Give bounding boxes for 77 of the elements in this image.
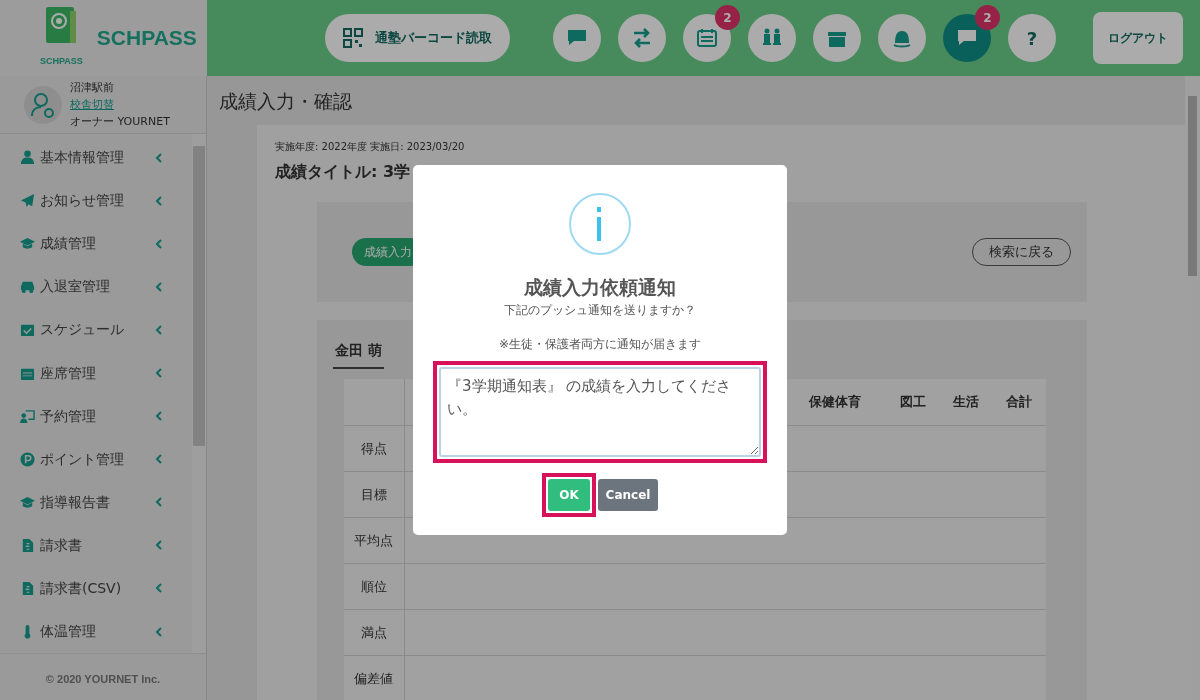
notification-badge: 2 (715, 5, 740, 30)
chevron-left-icon (155, 583, 162, 594)
sidebar-item[interactable]: 座席管理 (0, 351, 192, 395)
sidebar-item[interactable]: ポイント管理 (0, 437, 192, 481)
column-header: 生活 (939, 378, 993, 426)
message-field[interactable]: 『3学期通知表』 の成績を入力してください。 (439, 367, 761, 457)
points-icon (20, 451, 35, 467)
column-header: 合計 (992, 378, 1046, 426)
person-icon (20, 150, 35, 166)
school-name: 沼津駅前 (70, 80, 115, 96)
sidebar-item[interactable]: 基本情報管理 (0, 136, 192, 180)
chevron-left-icon (155, 281, 162, 292)
header-icon-button[interactable] (683, 14, 731, 62)
presenter-icon (20, 408, 35, 424)
sidebar-item[interactable]: 請求書(CSV) (0, 566, 192, 611)
row-label: 満点 (344, 609, 404, 656)
dialog-question: 下記のプッシュ通知を送りますか？ (503, 302, 697, 319)
exam-meta: 実施年度: 2022年度 実施日: 2023/03/20 (275, 139, 466, 154)
brand-name: SCHPASS (96, 25, 197, 52)
notification-badge: 2 (975, 5, 1000, 30)
sidebar-item[interactable]: お知らせ管理 (0, 179, 192, 223)
sidebar-item[interactable]: 成績管理 (0, 222, 192, 266)
calendar-icon (695, 26, 719, 50)
cancel-button[interactable]: Cancel (598, 479, 658, 511)
column-header: 図工 (886, 378, 940, 426)
info-icon (569, 193, 631, 255)
page-scrollbar[interactable] (1185, 76, 1200, 700)
logout-button[interactable]: ログアウト (1093, 12, 1183, 64)
header-icon-button[interactable] (943, 14, 991, 62)
row-label: 順位 (344, 563, 404, 610)
sidebar-item[interactable]: スケジュール (0, 308, 192, 352)
user-role: オーナー YOURNET (70, 114, 170, 130)
header-icon-button[interactable] (748, 14, 796, 62)
chevron-left-icon (155, 324, 162, 335)
dialog-note: ※生徒・保護者両方に通知が届きます (497, 336, 703, 353)
invoice-icon (20, 537, 35, 553)
dialog-title: 成績入力依頼通知 (523, 275, 677, 299)
chevron-left-icon (155, 195, 162, 206)
graduation-cap-icon (20, 236, 35, 252)
help-button[interactable]: ? (1008, 14, 1056, 62)
row-label: 平均点 (344, 517, 404, 564)
qr-code-icon (343, 28, 363, 48)
header-icon-button[interactable] (813, 14, 861, 62)
column-header: 保健体育 (784, 378, 887, 426)
chevron-left-icon (155, 454, 162, 465)
chevron-left-icon (155, 626, 162, 637)
row-label: 目標 (344, 471, 404, 518)
sidebar-item[interactable]: 予約管理 (0, 394, 192, 438)
chevron-left-icon (155, 497, 162, 508)
student-tab[interactable]: 金田 萌 (333, 339, 384, 369)
chevron-left-icon (155, 411, 162, 422)
calendar-check-icon (20, 322, 35, 338)
header-icon-button[interactable] (553, 14, 601, 62)
copyright: © 2020 YOURNET Inc. (0, 653, 206, 700)
sidebar-item[interactable]: 体温管理 (0, 610, 192, 654)
graduation-cap-icon (20, 494, 35, 510)
paper-plane-icon (20, 193, 35, 209)
sidebar-item[interactable]: 請求書 (0, 523, 192, 567)
row-label: 得点 (344, 425, 404, 472)
logo-caption: SCHPASS (40, 55, 83, 69)
car-icon (20, 279, 35, 295)
invoice-icon (20, 581, 35, 596)
grade-title-link[interactable]: 3学 (383, 161, 411, 181)
user-gear-icon (24, 85, 62, 124)
page-title: 成績入力・確認 (219, 90, 353, 113)
sidebar-item[interactable]: 指導報告書 (0, 480, 192, 524)
sidebar-item[interactable]: 入退室管理 (0, 265, 192, 309)
chevron-left-icon (155, 238, 162, 249)
chevron-left-icon (155, 368, 162, 378)
grade-title-label: 成績タイトル: (275, 161, 378, 181)
chevron-left-icon (155, 540, 162, 551)
chevron-left-icon (155, 152, 162, 163)
scrollbar[interactable] (192, 134, 206, 654)
header-icon-button[interactable] (618, 14, 666, 62)
row-label: 偏差値 (344, 655, 404, 700)
barcode-scan-button[interactable]: 通塾バーコード読取 (325, 14, 510, 62)
header-icon-button[interactable] (878, 14, 926, 62)
